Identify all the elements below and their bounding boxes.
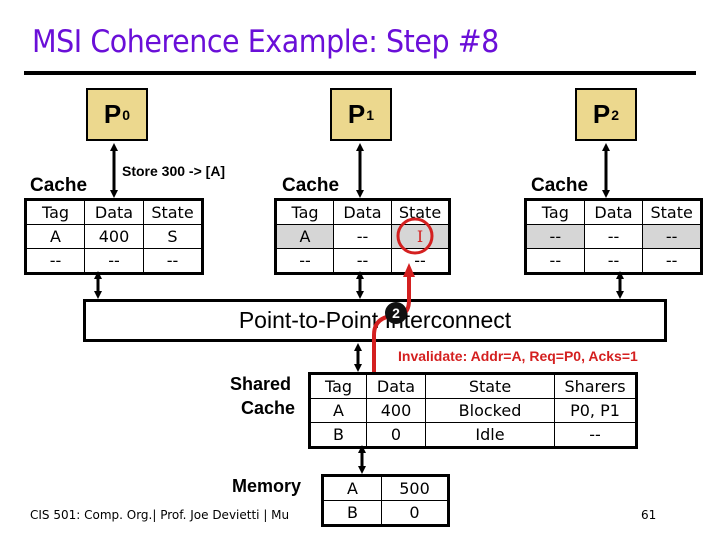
cell: -- [84,248,144,274]
memory-label: Memory [232,476,302,496]
cell: 0 [381,500,449,526]
slide-title: MSI Coherence Example: Step #8 [32,24,499,60]
cell: -- [583,224,644,249]
cell: -- [554,422,637,448]
interconnect-box: Point-to-Point Interconnect [83,299,667,342]
header-cell: Tag [525,199,585,225]
table-row: A -- I [275,224,450,249]
cell: -- [333,224,392,249]
processor-p0: P0 [86,88,148,141]
cell: A [25,224,85,249]
cell: -- [525,248,585,274]
cache-label-p0: Cache [30,175,88,196]
header-cell: Data [366,373,426,399]
store-label: Store 300 -> [A] [122,163,226,179]
cell: Blocked [425,398,555,423]
processor-index: 1 [366,106,375,123]
cell: B [322,500,382,526]
table-row: -- -- -- [525,224,702,249]
processor-index: 2 [611,106,620,123]
cell: -- [642,224,702,249]
shared-cache-label-line2: Cache [241,398,296,418]
processor-p2: P2 [575,88,637,141]
table-row: -- -- -- [525,248,702,274]
title-rule [24,71,696,75]
memory-table: A 500 B 0 [321,474,450,527]
cell: -- [143,248,203,274]
cell: Idle [425,422,555,448]
header-cell: Sharers [554,373,637,399]
cache-table-p1: Tag Data State A -- I -- -- -- [274,198,451,275]
cache-label-p2: Cache [531,175,589,196]
cell: S [143,224,203,249]
cell: 400 [366,398,426,423]
cache-label-p1: Cache [282,175,340,196]
cell: -- [525,224,585,249]
cache-table-p2: Tag Data State -- -- -- -- -- -- [524,198,703,275]
interconnect-label: Point-to-Point Interconnect [238,307,512,333]
header-cell: Tag [275,199,334,225]
table-header-row: Tag Data State [275,199,450,225]
cell: P0, P1 [554,398,637,423]
header-cell: Tag [309,373,367,399]
cell: A [275,224,334,249]
cell: A [322,475,382,501]
header-cell: State [391,199,450,225]
table-row: A 500 [322,475,449,501]
processor-label: P [592,99,611,129]
cell: A [309,398,367,423]
table-row: -- -- -- [275,248,450,274]
state-cell-invalid: I [391,224,450,249]
page-number: 61 [641,508,657,522]
header-cell: Data [333,199,392,225]
cell: 0 [366,422,426,448]
table-row: -- -- -- [25,248,203,274]
processor-label: P [347,99,366,129]
cell: -- [275,248,334,274]
invalidate-message: Invalidate: Addr=A, Req=P0, Acks=1 [398,348,638,364]
table-header-row: Tag Data State Sharers [309,373,637,399]
table-header-row: Tag Data State [525,199,702,225]
cell: -- [391,248,450,274]
header-cell: State [642,199,702,225]
table-header-row: Tag Data State [25,199,203,225]
cell: -- [642,248,702,274]
table-row: B 0 Idle -- [309,422,637,448]
step-badge: 2 [385,302,407,324]
cell: -- [583,248,644,274]
cell: -- [333,248,392,274]
header-cell: Data [583,199,644,225]
header-cell: State [425,373,555,399]
processor-label: P [103,99,122,129]
shared-cache-label-line1: Shared [230,374,292,394]
shared-cache-table: Tag Data State Sharers A 400 Blocked P0,… [308,372,638,449]
cache-table-p0: Tag Data State A 400 S -- -- -- [24,198,204,275]
footer-text: CIS 501: Comp. Org.| Prof. Joe Devietti … [30,508,290,522]
cell: 500 [381,475,449,501]
cell: -- [25,248,85,274]
cell: B [309,422,367,448]
header-cell: Tag [25,199,85,225]
table-row: B 0 [322,500,449,526]
cell: 400 [84,224,144,249]
header-cell: Data [84,199,144,225]
table-row: A 400 S [25,224,203,249]
table-row: A 400 Blocked P0, P1 [309,398,637,423]
processor-index: 0 [122,106,131,123]
processor-p1: P1 [330,88,392,141]
header-cell: State [143,199,203,225]
